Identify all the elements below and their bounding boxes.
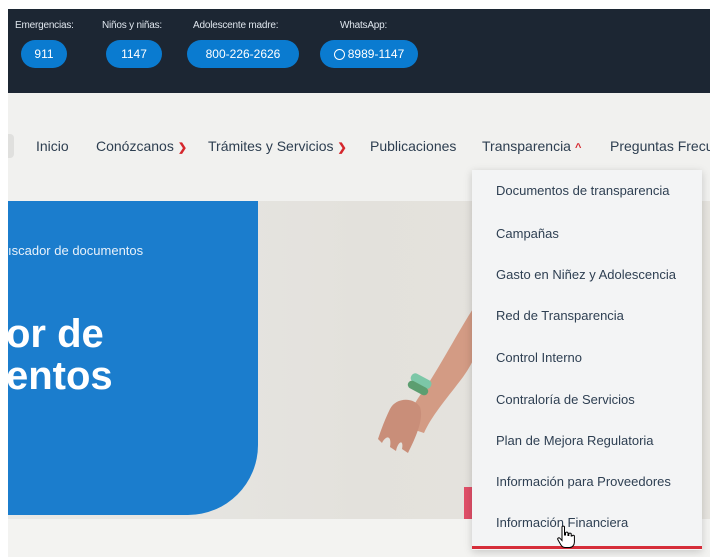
dropdown-item-gasto[interactable]: Gasto en Niñez y Adolescencia (496, 267, 676, 282)
dropdown-item-red[interactable]: Red de Transparencia (496, 308, 624, 323)
dropdown-item-control[interactable]: Control Interno (496, 350, 582, 365)
teen-mother-label: Adolescente madre: (193, 20, 279, 31)
nav-item-label: Preguntas Frecu (610, 138, 710, 154)
teen-mother-number-button[interactable]: 800-226-2626 (187, 40, 299, 68)
children-number-button[interactable]: 1147 (106, 40, 162, 68)
child-arm-illustration (378, 301, 478, 519)
chevron-up-icon: ^ (574, 142, 582, 154)
nav-item-label: Conózcanos (96, 138, 174, 154)
dropdown-item-documentos[interactable]: Documentos de transparencia (496, 183, 669, 198)
nav-item-label: Trámites y Servicios (208, 138, 334, 154)
dropdown-item-plan[interactable]: Plan de Mejora Regulatoria (496, 433, 654, 448)
nav-edge-button[interactable] (8, 134, 14, 158)
hero-title-line-2: entos (6, 354, 113, 398)
dropdown-item-campanas[interactable]: Campañas (496, 226, 559, 241)
whatsapp-number: 8989-1147 (347, 47, 405, 61)
chevron-down-icon: ❯ (337, 142, 347, 154)
nav-item-preguntas[interactable]: Preguntas Frecu (610, 138, 710, 154)
nav-item-label: Transparencia (482, 138, 571, 154)
hero-title-line-1: or de (6, 312, 104, 356)
whatsapp-label: WhatsApp: (340, 20, 388, 31)
whatsapp-icon (333, 48, 345, 60)
dropdown-active-underline (472, 546, 702, 549)
emergency-label: Emergencias: (15, 20, 74, 31)
emergency-number: 911 (34, 47, 54, 61)
hand-cursor-icon (557, 525, 575, 548)
nav-item-conozcanos[interactable]: Conózcanos ❯ (96, 138, 187, 154)
nav-item-tramites[interactable]: Trámites y Servicios ❯ (208, 138, 347, 154)
nav-item-transparencia[interactable]: Transparencia ^ (482, 138, 581, 154)
hero-breadcrumb: ıscador de documentos (8, 243, 144, 258)
whatsapp-number-button[interactable]: 8989-1147 (320, 40, 418, 68)
teen-mother-number: 800-226-2626 (205, 47, 281, 61)
dropdown-item-proveedores[interactable]: Información para Proveedores (496, 474, 671, 489)
nav-item-publicaciones[interactable]: Publicaciones (370, 138, 456, 154)
page-frame: Emergencias: Niños y niñas: Adolescente … (0, 0, 710, 557)
nav-item-label: Publicaciones (370, 138, 457, 154)
children-label: Niños y niñas: (102, 20, 163, 31)
nav-item-label: Inicio (36, 138, 69, 154)
children-number: 1147 (121, 47, 147, 61)
emergency-number-button[interactable]: 911 (21, 40, 67, 68)
dropdown-item-contraloria[interactable]: Contraloría de Servicios (496, 392, 635, 407)
nav-item-inicio[interactable]: Inicio (36, 138, 69, 154)
chevron-down-icon: ❯ (177, 142, 188, 154)
hero-title: or de entos (6, 313, 113, 397)
